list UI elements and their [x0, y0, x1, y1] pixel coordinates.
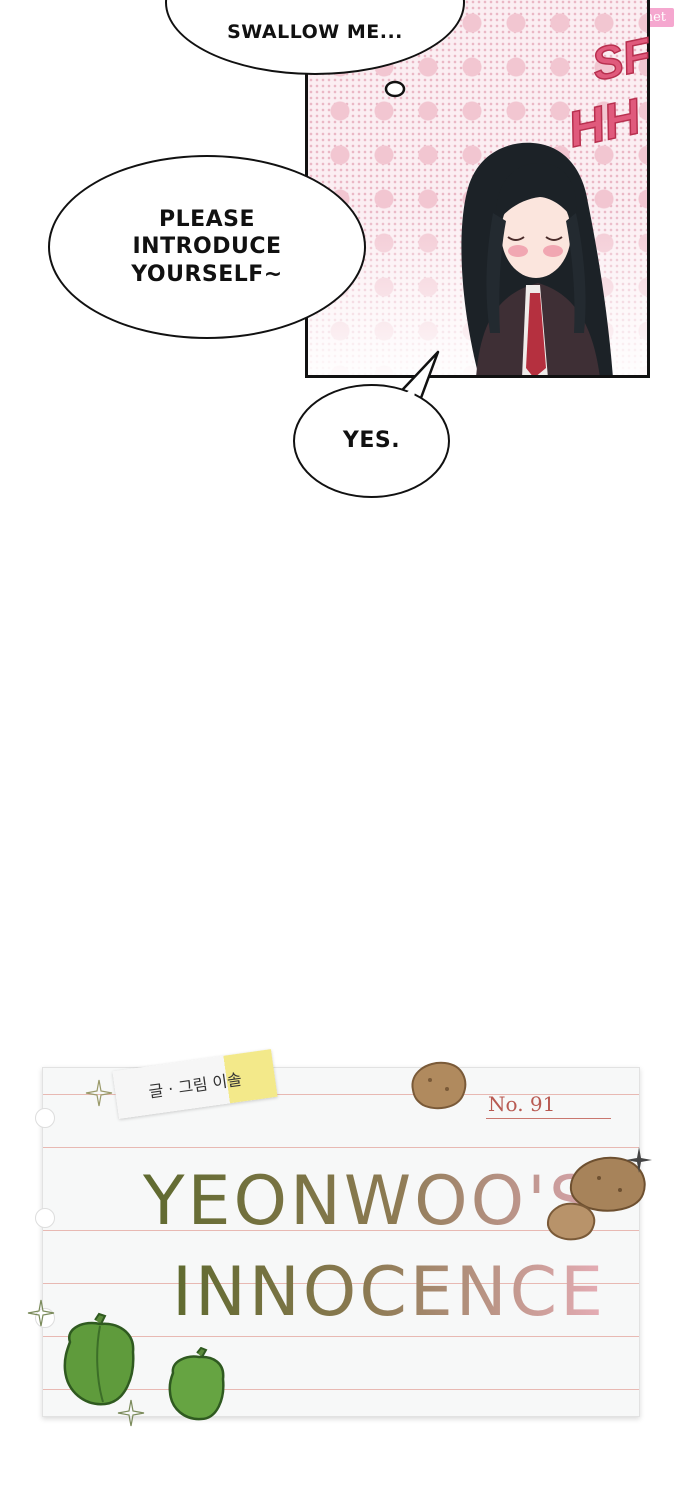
issue-number: No. 91 [488, 1092, 556, 1116]
issue-underline [486, 1118, 611, 1119]
binder-hole [35, 1208, 55, 1228]
sparkle-icon [27, 1299, 55, 1327]
sparkle-icon [117, 1399, 145, 1427]
green-pepper-icon [168, 1347, 225, 1421]
speech-bubble-top-text: SWALLOW ME... [227, 20, 403, 43]
green-pepper-icon [63, 1312, 135, 1406]
potato-icon [546, 1202, 596, 1241]
title-line-2: INNOCENCE [172, 1253, 607, 1332]
sparkle-icon [626, 1147, 652, 1173]
sparkle-icon [85, 1079, 113, 1107]
binder-hole [35, 1108, 55, 1128]
speech-bubble-left-text: PLEASE INTRODUCE YOURSELF~ [131, 206, 283, 287]
title-line-1: YEONWOO'S [143, 1162, 596, 1241]
thought-dot [384, 80, 406, 98]
speech-bubble-left: PLEASE INTRODUCE YOURSELF~ [48, 155, 366, 339]
tail-cover [383, 384, 417, 418]
credits-text: 글 · 그림 이솔 [147, 1069, 244, 1102]
speech-bubble-small-text: YES. [342, 428, 401, 454]
potato-icon [411, 1061, 467, 1110]
